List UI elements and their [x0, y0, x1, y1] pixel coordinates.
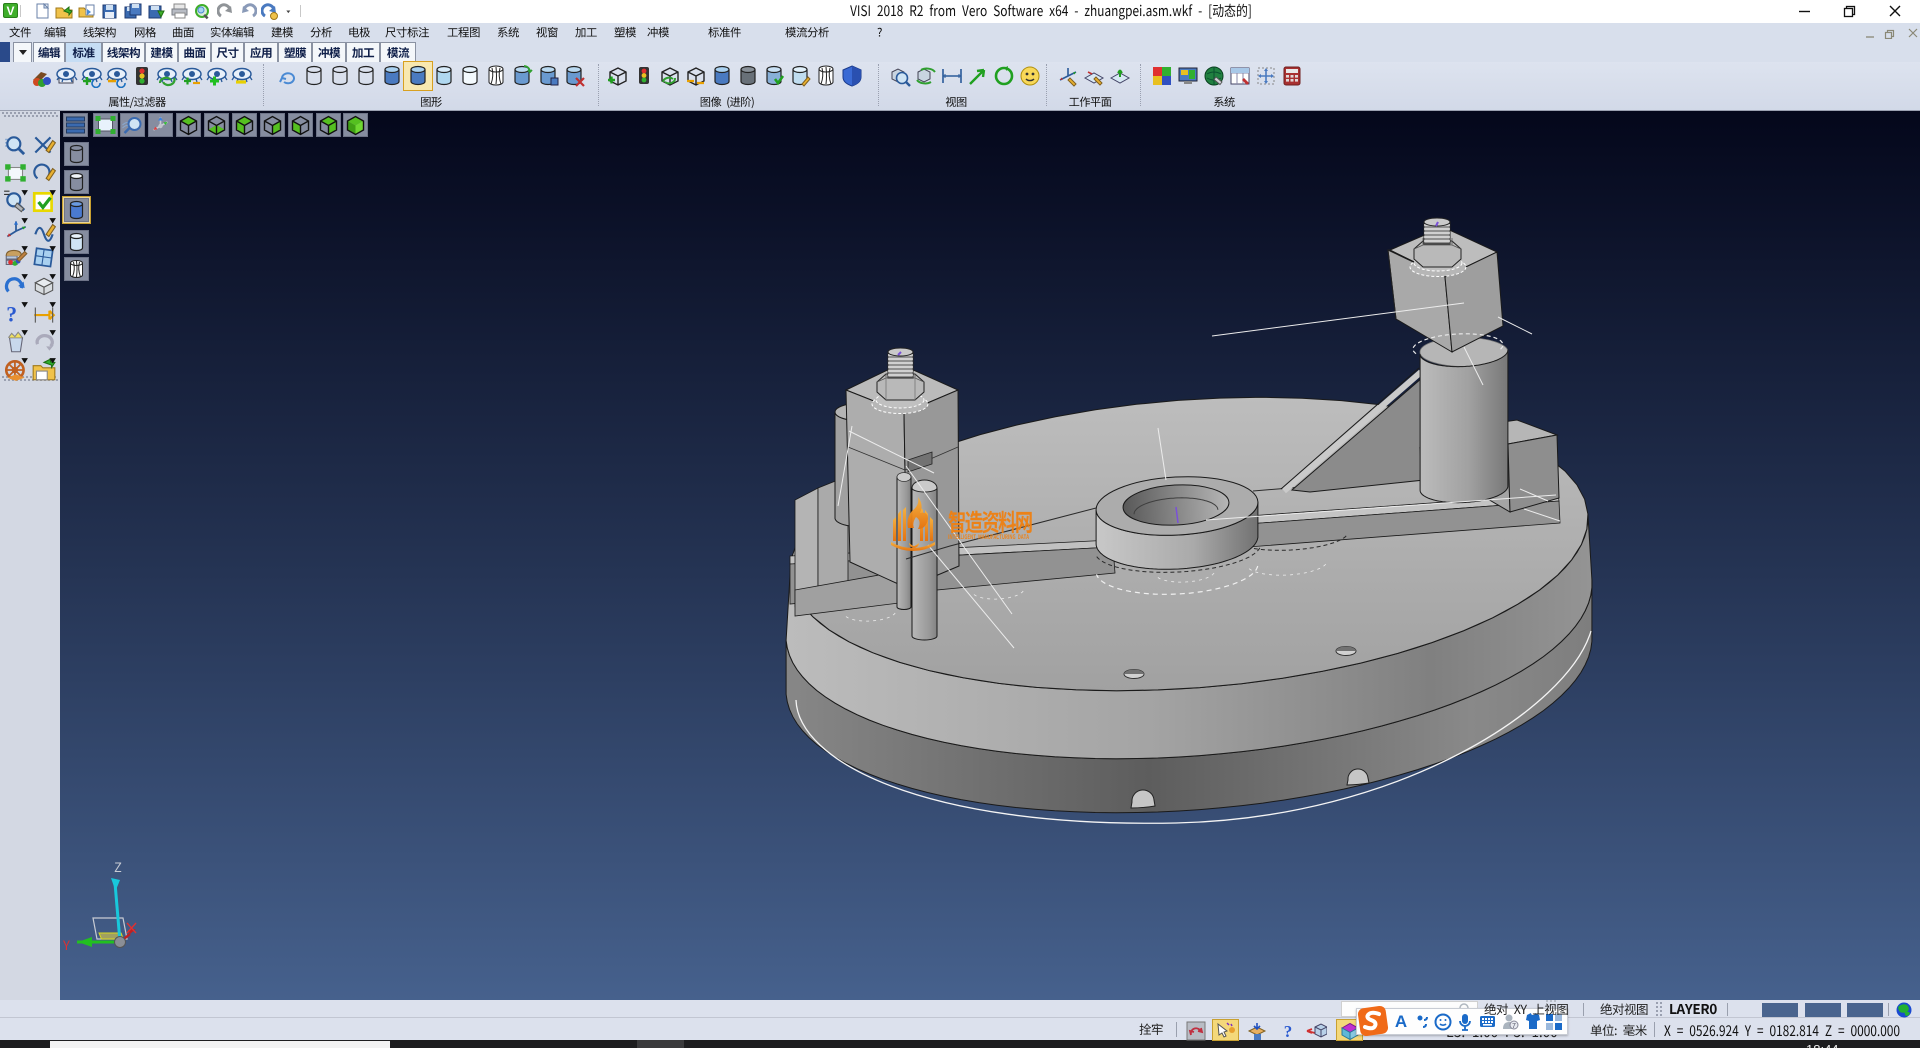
svg-text:V: V [6, 4, 14, 18]
svg-text:A: A [1395, 1012, 1407, 1031]
svg-text:?: ? [6, 303, 17, 327]
svg-text:?: ? [1284, 1022, 1293, 1041]
svg-text:7: 7 [1512, 1023, 1516, 1030]
